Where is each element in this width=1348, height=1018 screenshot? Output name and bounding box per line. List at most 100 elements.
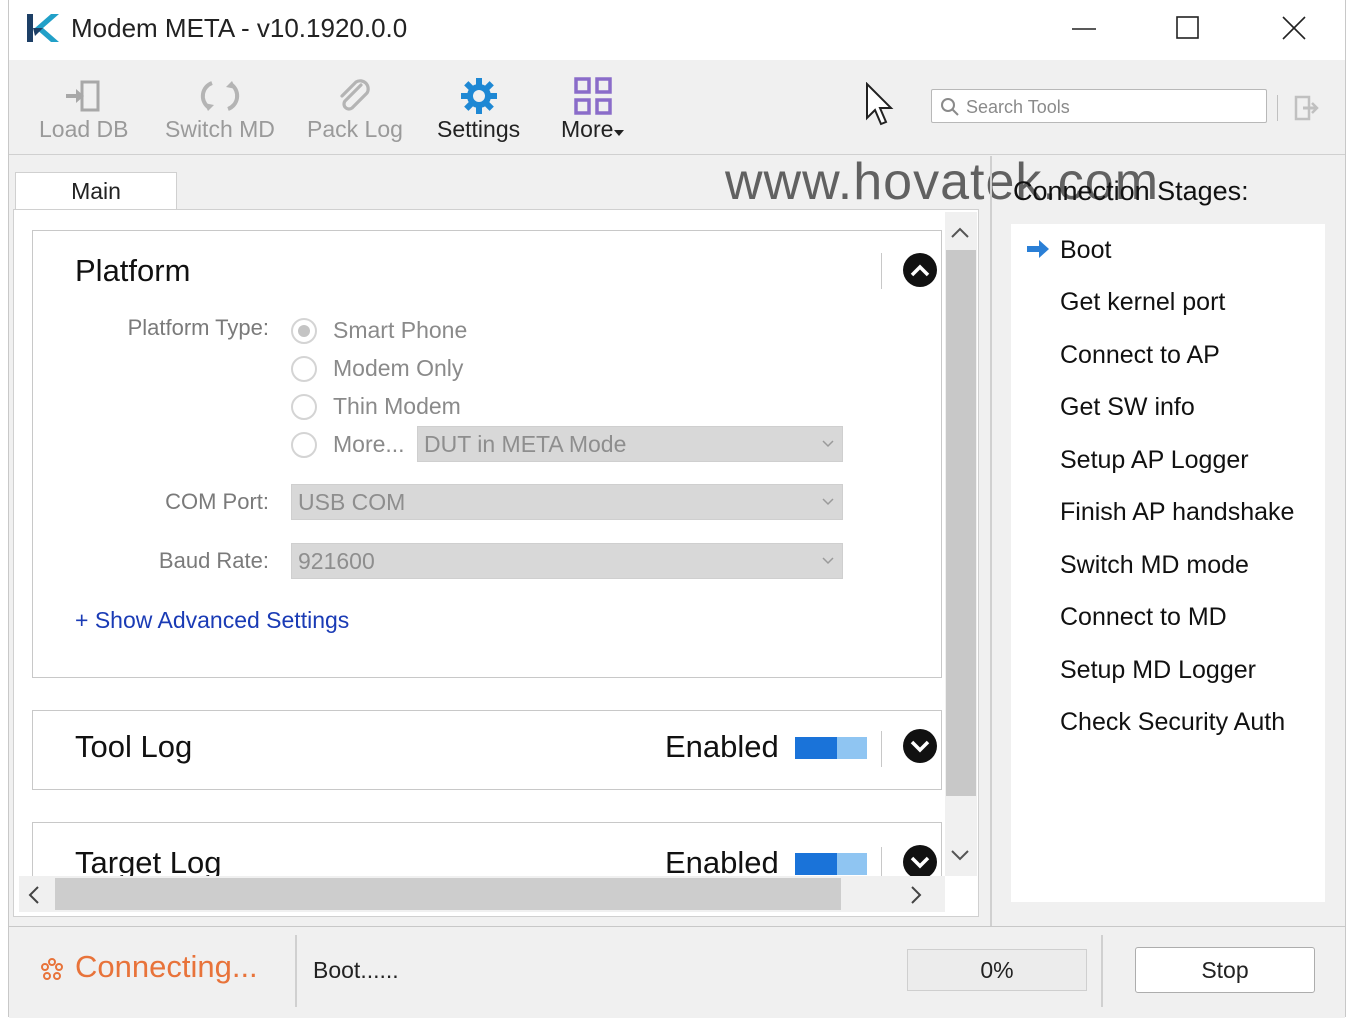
panel-splitter[interactable] [990,156,992,926]
grid-icon [574,77,612,115]
stage-item: Connect to AP [1060,341,1220,369]
target-log-toggle[interactable] [795,853,867,875]
desktop-edge [0,0,8,1017]
baud-rate-value: 921600 [298,548,375,574]
tool-log-toggle[interactable] [795,737,867,759]
dropdown-arrow-icon [614,129,625,136]
horizontal-scroll-thumb[interactable] [55,878,841,910]
tab-main[interactable]: Main [15,172,177,210]
minimize-button[interactable] [1054,8,1114,48]
chevron-down-icon [822,440,834,448]
com-port-value: USB COM [298,489,406,515]
connection-stages-title: Connection Stages: [1013,176,1249,206]
status-divider [1101,935,1103,1007]
main-panel: Platform Platform Type: Smart Phone Mode… [13,209,979,917]
status-bar: Connecting... Boot...... 0% Stop [9,926,1345,1018]
window-title: Modem META - v10.1920.0.0 [71,13,408,43]
status-message: Boot...... [313,957,399,983]
com-port-select[interactable]: USB COM [291,484,843,520]
load-db-icon [65,80,100,112]
scroll-left-icon[interactable] [27,884,41,906]
platform-title: Platform [75,253,191,288]
chevron-down-icon [910,856,930,869]
pack-log-button[interactable]: Pack Log [307,76,403,143]
exit-icon[interactable] [1293,94,1319,122]
current-stage-arrow-icon [1027,240,1049,258]
status-divider [295,935,297,1007]
meta-mode-select[interactable]: DUT in META Mode [417,426,843,462]
chevron-down-icon [910,740,930,753]
switch-md-button[interactable]: Switch MD [165,76,275,143]
radio-more[interactable]: More... [291,431,405,458]
toolbar: Load DB Switch MD Pack Log Settings More… [9,60,1345,155]
more-button[interactable]: More [561,76,625,143]
section-divider [881,731,882,767]
stage-item: Boot [1060,236,1112,264]
show-advanced-settings-link[interactable]: + Show Advanced Settings [75,607,349,634]
radio-modem-only[interactable]: Modem Only [291,355,463,382]
toggle-knob [795,737,837,759]
maximize-button[interactable] [1158,8,1218,48]
radio-button[interactable] [291,317,317,344]
paperclip-icon [340,79,370,111]
tool-log-title: Tool Log [75,729,193,764]
radio-thin-modem[interactable]: Thin Modem [291,393,461,420]
radio-label: Smart Phone [333,317,468,343]
switch-md-label: Switch MD [165,116,275,142]
stage-item: Switch MD mode [1060,551,1249,579]
platform-type-label: Platform Type: [127,315,269,340]
radio-button[interactable] [291,355,317,382]
pack-log-label: Pack Log [307,116,403,142]
platform-collapse-button[interactable] [903,253,937,287]
app-logo-icon [27,14,59,42]
settings-label: Settings [437,116,521,142]
title-bar: Modem META - v10.1920.0.0 [9,0,1345,60]
stage-item: Finish AP handshake [1060,498,1295,526]
radio-selected-dot [298,324,310,337]
meta-mode-value: DUT in META Mode [424,431,627,457]
maximize-icon [1176,16,1199,39]
chevron-up-icon [910,264,930,277]
connection-status: Connecting... [75,949,258,984]
stage-item: Setup MD Logger [1060,656,1256,684]
baud-rate-select[interactable]: 921600 [291,543,843,579]
close-icon [1282,16,1306,40]
radio-button[interactable] [291,393,317,420]
stage-item: Get kernel port [1060,288,1226,316]
stage-item: Check Security Auth [1060,708,1286,736]
stop-button[interactable]: Stop [1135,947,1315,993]
load-db-button[interactable]: Load DB [39,76,129,143]
chevron-down-icon [822,498,834,506]
radio-label: Modem Only [333,355,464,381]
app-window: Modem META - v10.1920.0.0 Load DB Switch… [8,0,1346,1018]
radio-label: Thin Modem [333,393,461,419]
search-box[interactable] [931,89,1267,123]
scroll-right-icon[interactable] [909,884,923,906]
target-log-expand-button[interactable] [903,845,937,879]
scroll-down-icon[interactable] [949,848,971,862]
toggle-knob [795,853,837,875]
platform-section: Platform Platform Type: Smart Phone Mode… [32,230,942,678]
chevron-down-icon [822,557,834,565]
stage-item: Get SW info [1060,393,1195,421]
settings-button[interactable]: Settings [437,76,520,143]
vertical-scroll-thumb[interactable] [946,250,976,796]
baud-rate-label: Baud Rate: [158,548,269,573]
tool-log-expand-button[interactable] [903,729,937,763]
section-divider [881,253,882,289]
load-db-label: Load DB [39,116,129,142]
radio-button[interactable] [291,431,317,458]
minimize-icon [1072,28,1096,30]
close-button[interactable] [1264,8,1324,48]
tool-log-status: Enabled [665,729,779,764]
search-input[interactable] [964,94,1258,120]
radio-smart-phone[interactable]: Smart Phone [291,317,467,344]
com-port-label: COM Port: [165,489,269,514]
mouse-cursor-icon [866,82,894,126]
toolbar-separator [1277,95,1278,121]
scroll-up-icon[interactable] [949,226,971,240]
search-icon [941,98,959,116]
stage-item: Setup AP Logger [1060,446,1249,474]
progress-indicator: 0% [907,949,1087,991]
spinner-icon [41,958,63,980]
